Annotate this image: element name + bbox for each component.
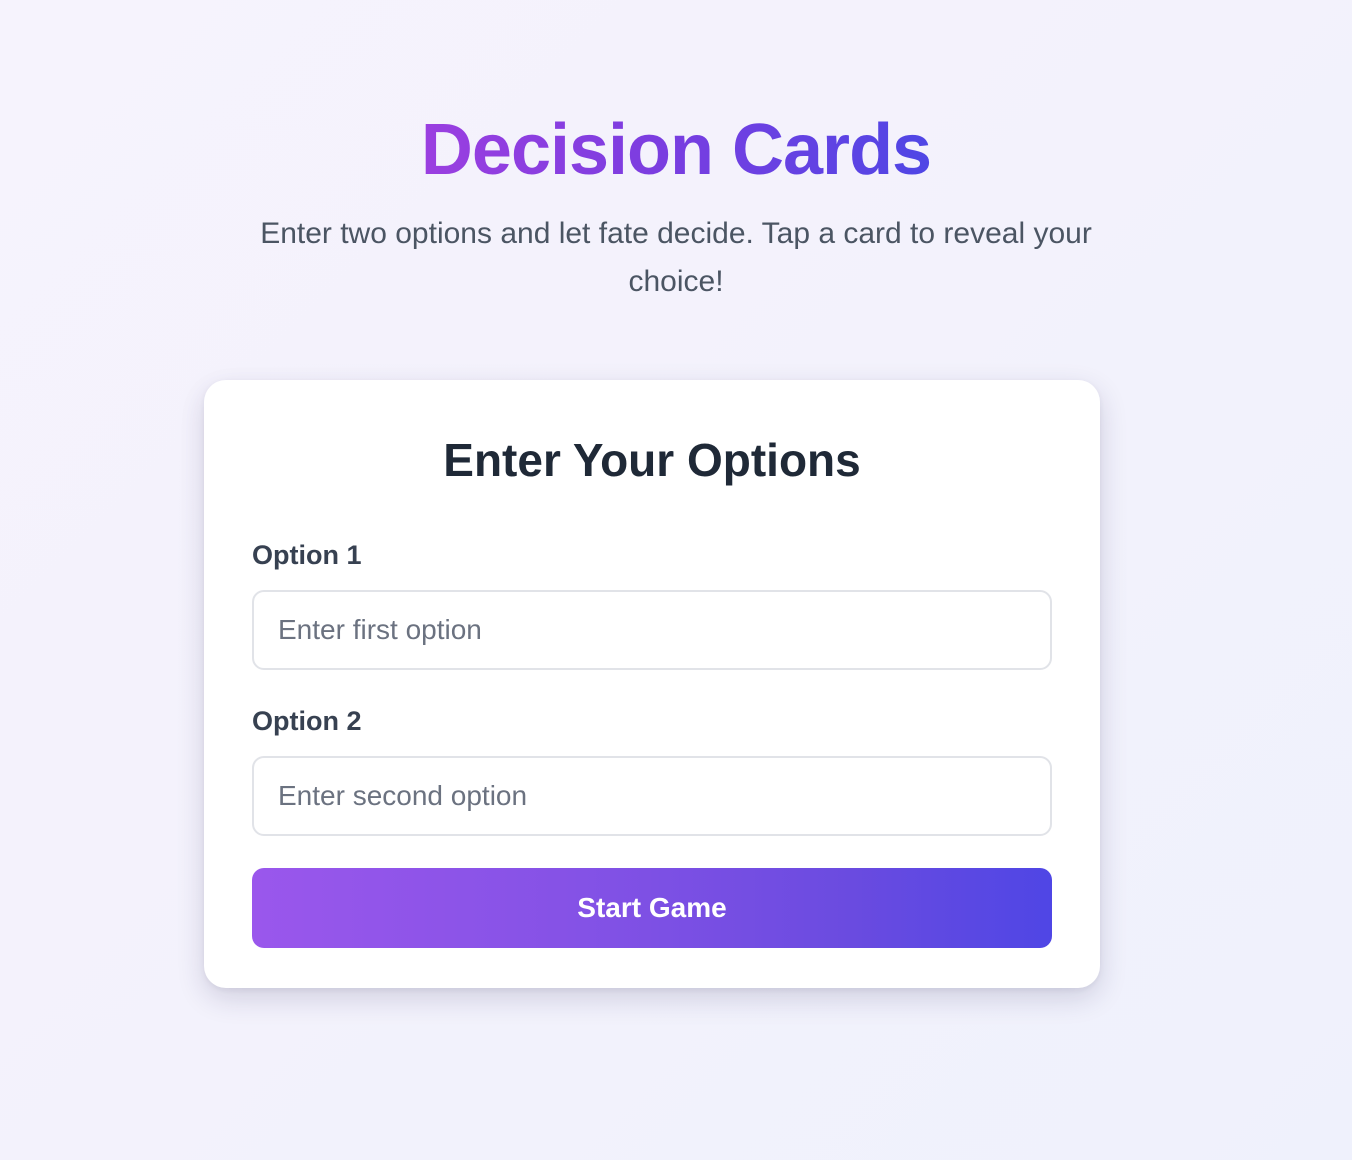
- options-card: Enter Your Options Option 1 Option 2 Sta…: [204, 380, 1100, 988]
- option-2-label: Option 2: [252, 706, 362, 736]
- option-2-input[interactable]: [252, 756, 1052, 836]
- option-1-field: Option 1: [252, 538, 1052, 670]
- card-title: Enter Your Options: [443, 434, 861, 486]
- page-title: Decision Cards: [420, 110, 932, 190]
- start-game-button[interactable]: Start Game: [252, 868, 1052, 948]
- page-header: Decision Cards Enter two options and let…: [0, 108, 1352, 306]
- option-1-input[interactable]: [252, 590, 1052, 670]
- page-subtitle: Enter two options and let fate decide. T…: [260, 217, 1092, 298]
- option-1-label: Option 1: [252, 540, 362, 570]
- option-2-field: Option 2: [252, 704, 1052, 836]
